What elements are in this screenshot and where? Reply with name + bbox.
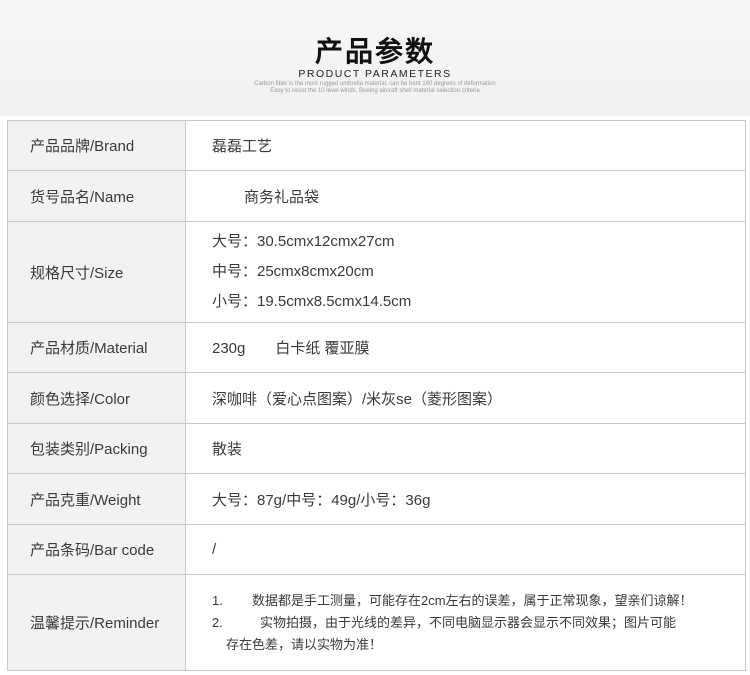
row-label-brand: 产品品牌/Brand [7, 120, 186, 171]
table-row-material: 产品材质/Material 230g 白卡纸 覆亚膜 [7, 322, 746, 373]
header-banner: 产品参数 PRODUCT PARAMETERS Carbon fiber is … [0, 0, 750, 116]
row-value-brand: 磊磊工艺 [185, 120, 746, 171]
page-title: 产品参数 [314, 35, 435, 68]
reminder-item-1-number: 1. [212, 592, 223, 608]
table-row-packing: 包装类别/Packing 散装 [7, 423, 746, 474]
size-large: 大号：30.5cmx12cmx27cm [212, 233, 395, 250]
row-label-size: 规格尺寸/Size [7, 221, 186, 323]
product-parameters-table: 产品品牌/Brand 磊磊工艺 货号品名/Name 商务礼品袋 规格尺寸/Siz… [7, 120, 746, 671]
page-subtitle: PRODUCT PARAMETERS [298, 68, 452, 80]
row-value-size: 大号：30.5cmx12cmx27cm 中号：25cmx8cmx20cm 小号：… [185, 221, 746, 323]
table-row-name: 货号品名/Name 商务礼品袋 [7, 170, 746, 222]
table-row-barcode: 产品条码/Bar code / [7, 524, 746, 575]
row-value-name-cell: 商务礼品袋 [185, 170, 746, 222]
table-row-brand: 产品品牌/Brand 磊磊工艺 [7, 120, 746, 171]
row-label-barcode: 产品条码/Bar code [7, 524, 186, 575]
table-row-reminder: 温馨提示/Reminder 1. 数据都是手工测量，可能存在2cm左右的误差，属于… [7, 574, 746, 671]
size-medium: 中号：25cmx8cmx20cm [212, 263, 374, 280]
table-row-weight: 产品克重/Weight 大号：87g/中号：49g/小号：36g [7, 473, 746, 525]
tagline-line-1: Carbon fiber is the most rugged umbrella… [254, 81, 496, 87]
reminder-item-1-text: 数据都是手工测量，可能存在2cm左右的误差，属于正常现象，望亲们谅解！ [252, 592, 693, 608]
table-row-size: 规格尺寸/Size 大号：30.5cmx12cmx27cm 中号：25cmx8c… [7, 221, 746, 323]
row-value-barcode: / [185, 524, 746, 575]
row-value-name: 商务礼品袋 [244, 188, 320, 206]
size-small: 小号：19.5cmx8.5cmx14.5cm [212, 293, 412, 310]
reminder-item-2-text: 实物拍摄，由于光线的差异，不同电脑显示器会显示不同效果；图片可能 [260, 614, 677, 630]
row-value-packing: 散装 [185, 423, 746, 474]
row-label-packing: 包装类别/Packing [7, 423, 186, 474]
row-value-color: 深咖啡（爱心点图案）/米灰se（菱形图案） [185, 372, 746, 424]
reminder-item-2-continuation: 存在色差，请以实物为准！ [226, 636, 383, 652]
row-label-reminder: 温馨提示/Reminder [7, 574, 186, 671]
row-label-weight: 产品克重/Weight [7, 473, 186, 525]
row-value-reminder: 1. 数据都是手工测量，可能存在2cm左右的误差，属于正常现象，望亲们谅解！ 2.… [185, 574, 746, 671]
tagline-line-2: Easy to resist the 10 level winds, Boein… [270, 88, 480, 94]
row-label-name: 货号品名/Name [7, 170, 186, 222]
table-row-color: 颜色选择/Color 深咖啡（爱心点图案）/米灰se（菱形图案） [7, 372, 746, 424]
reminder-item-2: 2. 实物拍摄，由于光线的差异，不同电脑显示器会显示不同效果；图片可能 [212, 612, 744, 634]
row-value-material: 230g 白卡纸 覆亚膜 [185, 322, 746, 373]
reminder-item-1: 1. 数据都是手工测量，可能存在2cm左右的误差，属于正常现象，望亲们谅解！ [212, 590, 744, 612]
row-label-material: 产品材质/Material [7, 322, 186, 373]
row-value-weight: 大号：87g/中号：49g/小号：36g [185, 473, 746, 525]
row-label-color: 颜色选择/Color [7, 372, 186, 424]
reminder-item-2-number: 2. [212, 614, 223, 630]
